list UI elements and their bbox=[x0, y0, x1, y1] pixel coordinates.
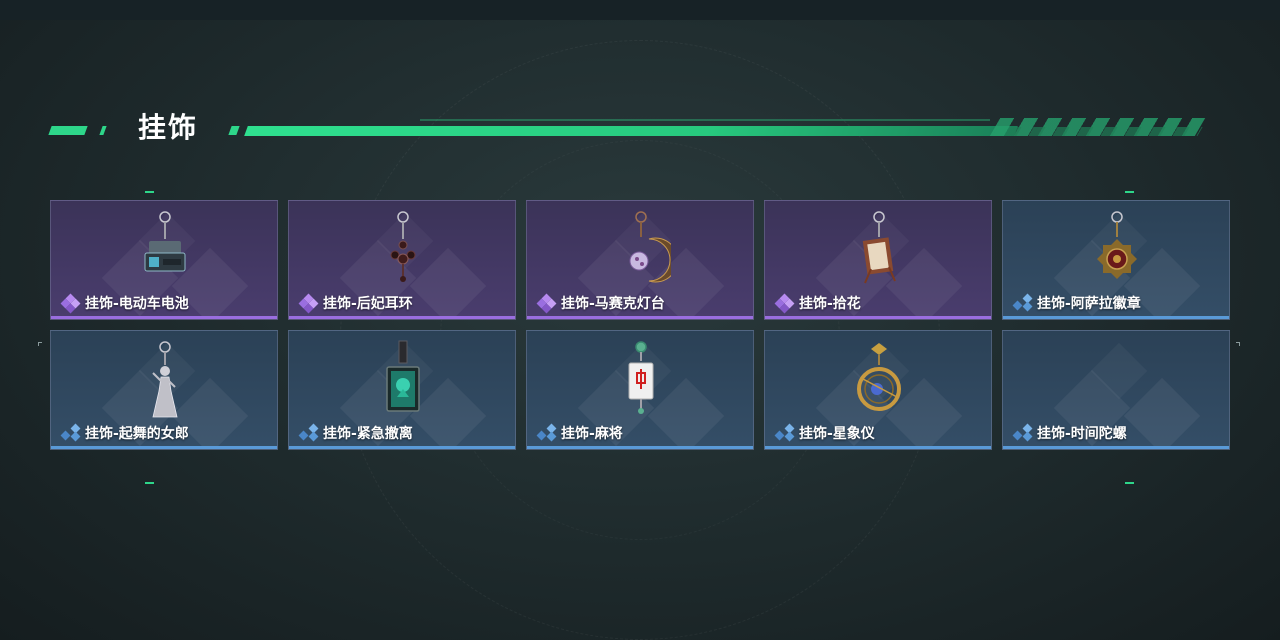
charm-name-row: 挂饰-紧急撤离 bbox=[298, 423, 413, 443]
charm-card[interactable]: 挂饰-马赛克灯台 bbox=[526, 200, 754, 320]
charm-card[interactable]: 挂饰-阿萨拉徽章 bbox=[1002, 200, 1230, 320]
charm-name: 挂饰-电动车电池 bbox=[85, 296, 189, 312]
charm-card[interactable]: 挂饰-星象仪 bbox=[764, 330, 992, 450]
consort-earring-charm-icon bbox=[390, 211, 416, 282]
ebike-battery-charm-icon bbox=[144, 211, 186, 272]
header-thin-line bbox=[420, 119, 990, 121]
charm-card[interactable]: 挂饰-电动车电池 bbox=[50, 200, 278, 320]
corner-tick bbox=[1125, 482, 1134, 484]
rarity-bar bbox=[1003, 316, 1229, 319]
rarity-blue-icon bbox=[1012, 293, 1033, 312]
charm-name: 挂饰-阿萨拉徽章 bbox=[1037, 296, 1141, 312]
rarity-bar bbox=[527, 316, 753, 319]
charm-name: 挂饰-拾花 bbox=[799, 296, 861, 312]
charm-name: 挂饰-后妃耳环 bbox=[323, 296, 413, 312]
charm-name: 挂饰-马赛克灯台 bbox=[561, 296, 665, 312]
rarity-purple-icon bbox=[774, 293, 795, 314]
rarity-blue-icon bbox=[298, 423, 319, 442]
header-accent-bar bbox=[48, 126, 88, 135]
charm-name-row: 挂饰-阿萨拉徽章 bbox=[1012, 293, 1141, 313]
corner-tick bbox=[145, 191, 154, 193]
rarity-bar bbox=[527, 446, 753, 449]
charm-card[interactable]: 挂饰-时间陀螺 bbox=[1002, 330, 1230, 450]
rarity-bar bbox=[289, 446, 515, 449]
charm-name-row: 挂饰-麻将 bbox=[536, 423, 623, 443]
rarity-bar bbox=[765, 446, 991, 449]
charm-name-row: 挂饰-星象仪 bbox=[774, 423, 875, 443]
rarity-purple-icon bbox=[60, 293, 81, 314]
charm-card[interactable]: 挂饰-紧急撤离 bbox=[288, 330, 516, 450]
charm-card[interactable]: 挂饰-起舞的女郎 bbox=[50, 330, 278, 450]
charm-name: 挂饰-星象仪 bbox=[799, 426, 875, 442]
charm-card[interactable]: 挂饰-后妃耳环 bbox=[288, 200, 516, 320]
rarity-blue-icon bbox=[60, 423, 81, 442]
rarity-purple-icon bbox=[536, 293, 557, 314]
mosaic-lamp-charm-icon bbox=[629, 211, 671, 283]
charm-name: 挂饰-起舞的女郎 bbox=[85, 426, 189, 442]
top-strip bbox=[0, 0, 1280, 20]
rarity-blue-icon bbox=[774, 423, 795, 442]
side-marker bbox=[38, 342, 42, 346]
charm-name-row: 挂饰-拾花 bbox=[774, 293, 861, 314]
header-accent-bar bbox=[228, 126, 240, 135]
header-line bbox=[244, 126, 1018, 136]
rarity-bar bbox=[765, 316, 991, 319]
corner-tick bbox=[145, 482, 154, 484]
charm-name: 挂饰-麻将 bbox=[561, 426, 623, 442]
charm-card[interactable]: 挂饰-拾花 bbox=[764, 200, 992, 320]
corner-tick bbox=[1125, 191, 1134, 193]
side-marker bbox=[1236, 342, 1240, 346]
charm-name-row: 挂饰-马赛克灯台 bbox=[536, 293, 665, 314]
rarity-bar bbox=[51, 446, 277, 449]
dancing-lady-charm-icon bbox=[152, 341, 178, 418]
charm-name-row: 挂饰-起舞的女郎 bbox=[60, 423, 189, 443]
charm-name-row: 挂饰-电动车电池 bbox=[60, 293, 189, 314]
section-title: 挂饰 bbox=[138, 111, 199, 144]
astrolabe-charm-icon bbox=[857, 343, 901, 411]
rarity-bar bbox=[51, 316, 277, 319]
asala-badge-charm-icon bbox=[1097, 211, 1137, 279]
section-header: 挂饰 bbox=[48, 108, 1206, 148]
picking-flowers-frame-charm-icon bbox=[862, 211, 896, 284]
charm-card[interactable]: 挂饰-麻将 bbox=[526, 330, 754, 450]
header-checker-pattern bbox=[992, 127, 1203, 136]
charm-grid: 挂饰-电动车电池 挂饰-后妃耳环 挂饰-马赛克灯台 挂饰-拾花 挂饰-阿萨拉徽章… bbox=[50, 200, 1230, 450]
charm-name-row: 挂饰-时间陀螺 bbox=[1012, 423, 1127, 443]
header-accent-bar bbox=[99, 126, 107, 135]
emergency-evac-charm-icon bbox=[386, 340, 420, 412]
charm-name: 挂饰-时间陀螺 bbox=[1037, 426, 1127, 442]
card-decoration bbox=[1123, 377, 1201, 449]
rarity-bar bbox=[289, 316, 515, 319]
rarity-purple-icon bbox=[298, 293, 319, 314]
rarity-blue-icon bbox=[536, 423, 557, 442]
charm-name-row: 挂饰-后妃耳环 bbox=[298, 293, 413, 314]
mahjong-tile-charm-icon bbox=[628, 341, 654, 414]
rarity-blue-icon bbox=[1012, 423, 1033, 442]
rarity-bar bbox=[1003, 446, 1229, 449]
charm-name: 挂饰-紧急撤离 bbox=[323, 426, 413, 442]
